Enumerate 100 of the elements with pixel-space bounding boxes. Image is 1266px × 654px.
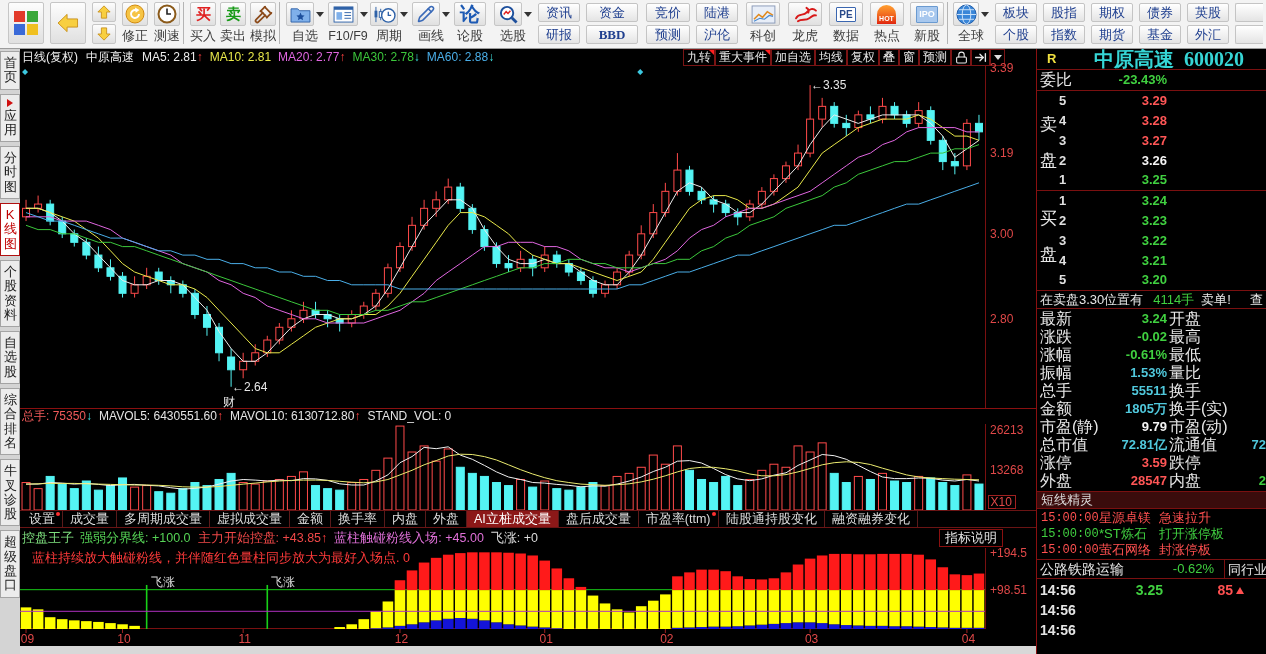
candlestick xyxy=(588,275,597,299)
candlestick xyxy=(468,203,477,235)
toolbar-button[interactable]: 股指 xyxy=(1043,3,1085,22)
help-button[interactable]: 指标说明 xyxy=(939,529,1003,547)
indicator-tab[interactable]: 多周期成交量 xyxy=(117,511,210,527)
four-squares-icon xyxy=(14,11,38,35)
toolbar-button[interactable]: 个股 xyxy=(995,25,1037,44)
side-tab[interactable]: 个股资料 xyxy=(0,259,20,328)
candlestick xyxy=(950,152,959,175)
axis-label: 26213 xyxy=(990,424,1024,437)
volume-bar xyxy=(491,482,501,510)
indicator-bar xyxy=(623,612,635,629)
query-link[interactable]: 查 xyxy=(1250,291,1263,308)
candlestick xyxy=(46,199,55,226)
toolbar-button[interactable]: 模拟 xyxy=(250,2,276,44)
axis-tick xyxy=(399,628,401,634)
indicator-tab[interactable]: 融资融券变化 xyxy=(824,511,918,527)
toolbar-button[interactable]: 英股 xyxy=(1187,3,1229,22)
tick-time: 14:56 xyxy=(1039,620,1077,640)
indicator-tab[interactable]: 市盈率(ttm) xyxy=(638,511,719,527)
indicator-tab[interactable]: 设置 xyxy=(22,511,63,527)
side-tab[interactable]: 自选股 xyxy=(0,331,20,385)
toolbar-button[interactable]: 板块 xyxy=(995,3,1037,22)
side-tab[interactable]: 分时图 xyxy=(0,146,20,200)
indicator-tab[interactable]: 盘后成交量 xyxy=(558,511,639,527)
volume-bar xyxy=(383,457,393,510)
toolbar-button[interactable]: 期货 xyxy=(1091,25,1133,44)
candlestick xyxy=(794,144,803,171)
toolbar-button[interactable]: 龙虎 xyxy=(788,2,822,44)
indicator-bar xyxy=(599,603,611,629)
toolbar-button[interactable]: 自选 xyxy=(286,2,324,44)
volume-bar xyxy=(298,471,308,510)
toolbar-button[interactable]: BBD xyxy=(586,25,638,44)
indicator-tab[interactable]: 成交量 xyxy=(63,511,117,527)
lock-button[interactable] xyxy=(951,49,971,66)
indicator-bar xyxy=(865,554,876,591)
volume-bar xyxy=(479,475,489,510)
logo-button[interactable] xyxy=(8,2,44,44)
toolbar-button[interactable]: 外汇 xyxy=(1187,25,1229,44)
volume-bar xyxy=(914,475,924,510)
chart-tool-button[interactable]: 重大事件 xyxy=(715,49,771,66)
indicator-tab[interactable]: 陆股通持股变化 xyxy=(718,511,825,527)
toolbar-button[interactable]: 画线 xyxy=(412,2,450,44)
toolbar-button[interactable]: 周期 xyxy=(370,2,408,44)
stat-value: -0.02 xyxy=(1137,328,1167,347)
side-tab[interactable]: K线图 xyxy=(0,203,20,256)
indicator-tab[interactable]: 金额 xyxy=(290,511,331,527)
chart-tool-button[interactable]: 预测 xyxy=(919,49,951,66)
candlestick xyxy=(215,322,224,362)
volume-bar xyxy=(431,460,441,510)
stat-label: 最高 xyxy=(1169,328,1202,346)
indicator-tab[interactable]: 内盘 xyxy=(385,511,426,527)
toolbar-button[interactable]: 资讯 xyxy=(538,3,580,22)
toolbar-button[interactable]: 全球 xyxy=(953,2,989,44)
down-button[interactable] xyxy=(92,24,116,44)
volume-bar xyxy=(890,480,900,510)
chart-tool-button[interactable]: 加自选 xyxy=(771,49,815,66)
toolbar-button[interactable] xyxy=(1235,25,1263,44)
chart-tool-button[interactable]: 均线 xyxy=(815,49,847,66)
indicator-tab[interactable]: AI立桩成交量 xyxy=(467,511,559,527)
collapse-button[interactable] xyxy=(971,49,990,66)
toolbar-button[interactable]: 选股 xyxy=(494,2,532,44)
peer-button[interactable]: 同行业 xyxy=(1224,559,1266,579)
toolbar-button[interactable]: 研报 xyxy=(538,25,580,44)
toolbar-button[interactable]: 指数 xyxy=(1043,25,1085,44)
toolbar-button[interactable]: 基金 xyxy=(1139,25,1181,44)
chart-tool-button[interactable]: 窗 xyxy=(899,49,919,66)
toolbar-button[interactable]: 期权 xyxy=(1091,3,1133,22)
toolbar-button[interactable]: 债券 xyxy=(1139,3,1181,22)
side-tab[interactable]: 首页 xyxy=(0,51,20,90)
indicator-tab[interactable]: 换手率 xyxy=(331,511,385,527)
toolbar-button[interactable]: 预测 xyxy=(646,25,690,44)
up-button[interactable] xyxy=(92,2,116,22)
axis-label: 01 xyxy=(539,632,553,646)
toolbar-button[interactable]: 竞价 xyxy=(646,3,690,22)
side-tab[interactable]: 牛叉诊股 xyxy=(0,459,20,527)
toolbar-button[interactable]: 陆港 xyxy=(696,3,738,22)
toolbar-button[interactable]: 沪伦 xyxy=(696,25,738,44)
side-tab[interactable]: 应用 xyxy=(0,93,20,143)
candlestick xyxy=(420,199,429,231)
toolbar-button[interactable]: 测速 xyxy=(154,2,180,44)
side-tab[interactable]: 超级盘口 xyxy=(0,530,20,598)
toolbar-button[interactable]: 修正 xyxy=(122,2,148,44)
candlestick xyxy=(154,267,163,286)
toolbar-button[interactable] xyxy=(1235,3,1263,22)
level-number: 3 xyxy=(1059,131,1068,150)
indicator-tab[interactable]: 虚拟成交量 xyxy=(210,511,290,527)
chart-tool-button[interactable]: 复权 xyxy=(847,49,879,66)
indicator-bar xyxy=(69,620,80,629)
toolbar-button[interactable]: 科创 xyxy=(746,2,780,44)
chart-tool-button[interactable]: 九转 xyxy=(683,49,715,66)
back-button[interactable] xyxy=(50,2,86,44)
tick-volume: 85 xyxy=(1216,580,1233,600)
chart-tool-button[interactable]: 叠 xyxy=(879,49,899,66)
side-tab[interactable]: 综合排名 xyxy=(0,388,20,456)
level-price: 3.24 xyxy=(1140,192,1167,211)
toolbar-button[interactable]: 资金 xyxy=(586,3,638,22)
signal-bar xyxy=(145,584,148,629)
indicator-title: 控盘王子 xyxy=(22,530,74,546)
toolbar-button[interactable]: F10/F9 xyxy=(328,2,368,44)
